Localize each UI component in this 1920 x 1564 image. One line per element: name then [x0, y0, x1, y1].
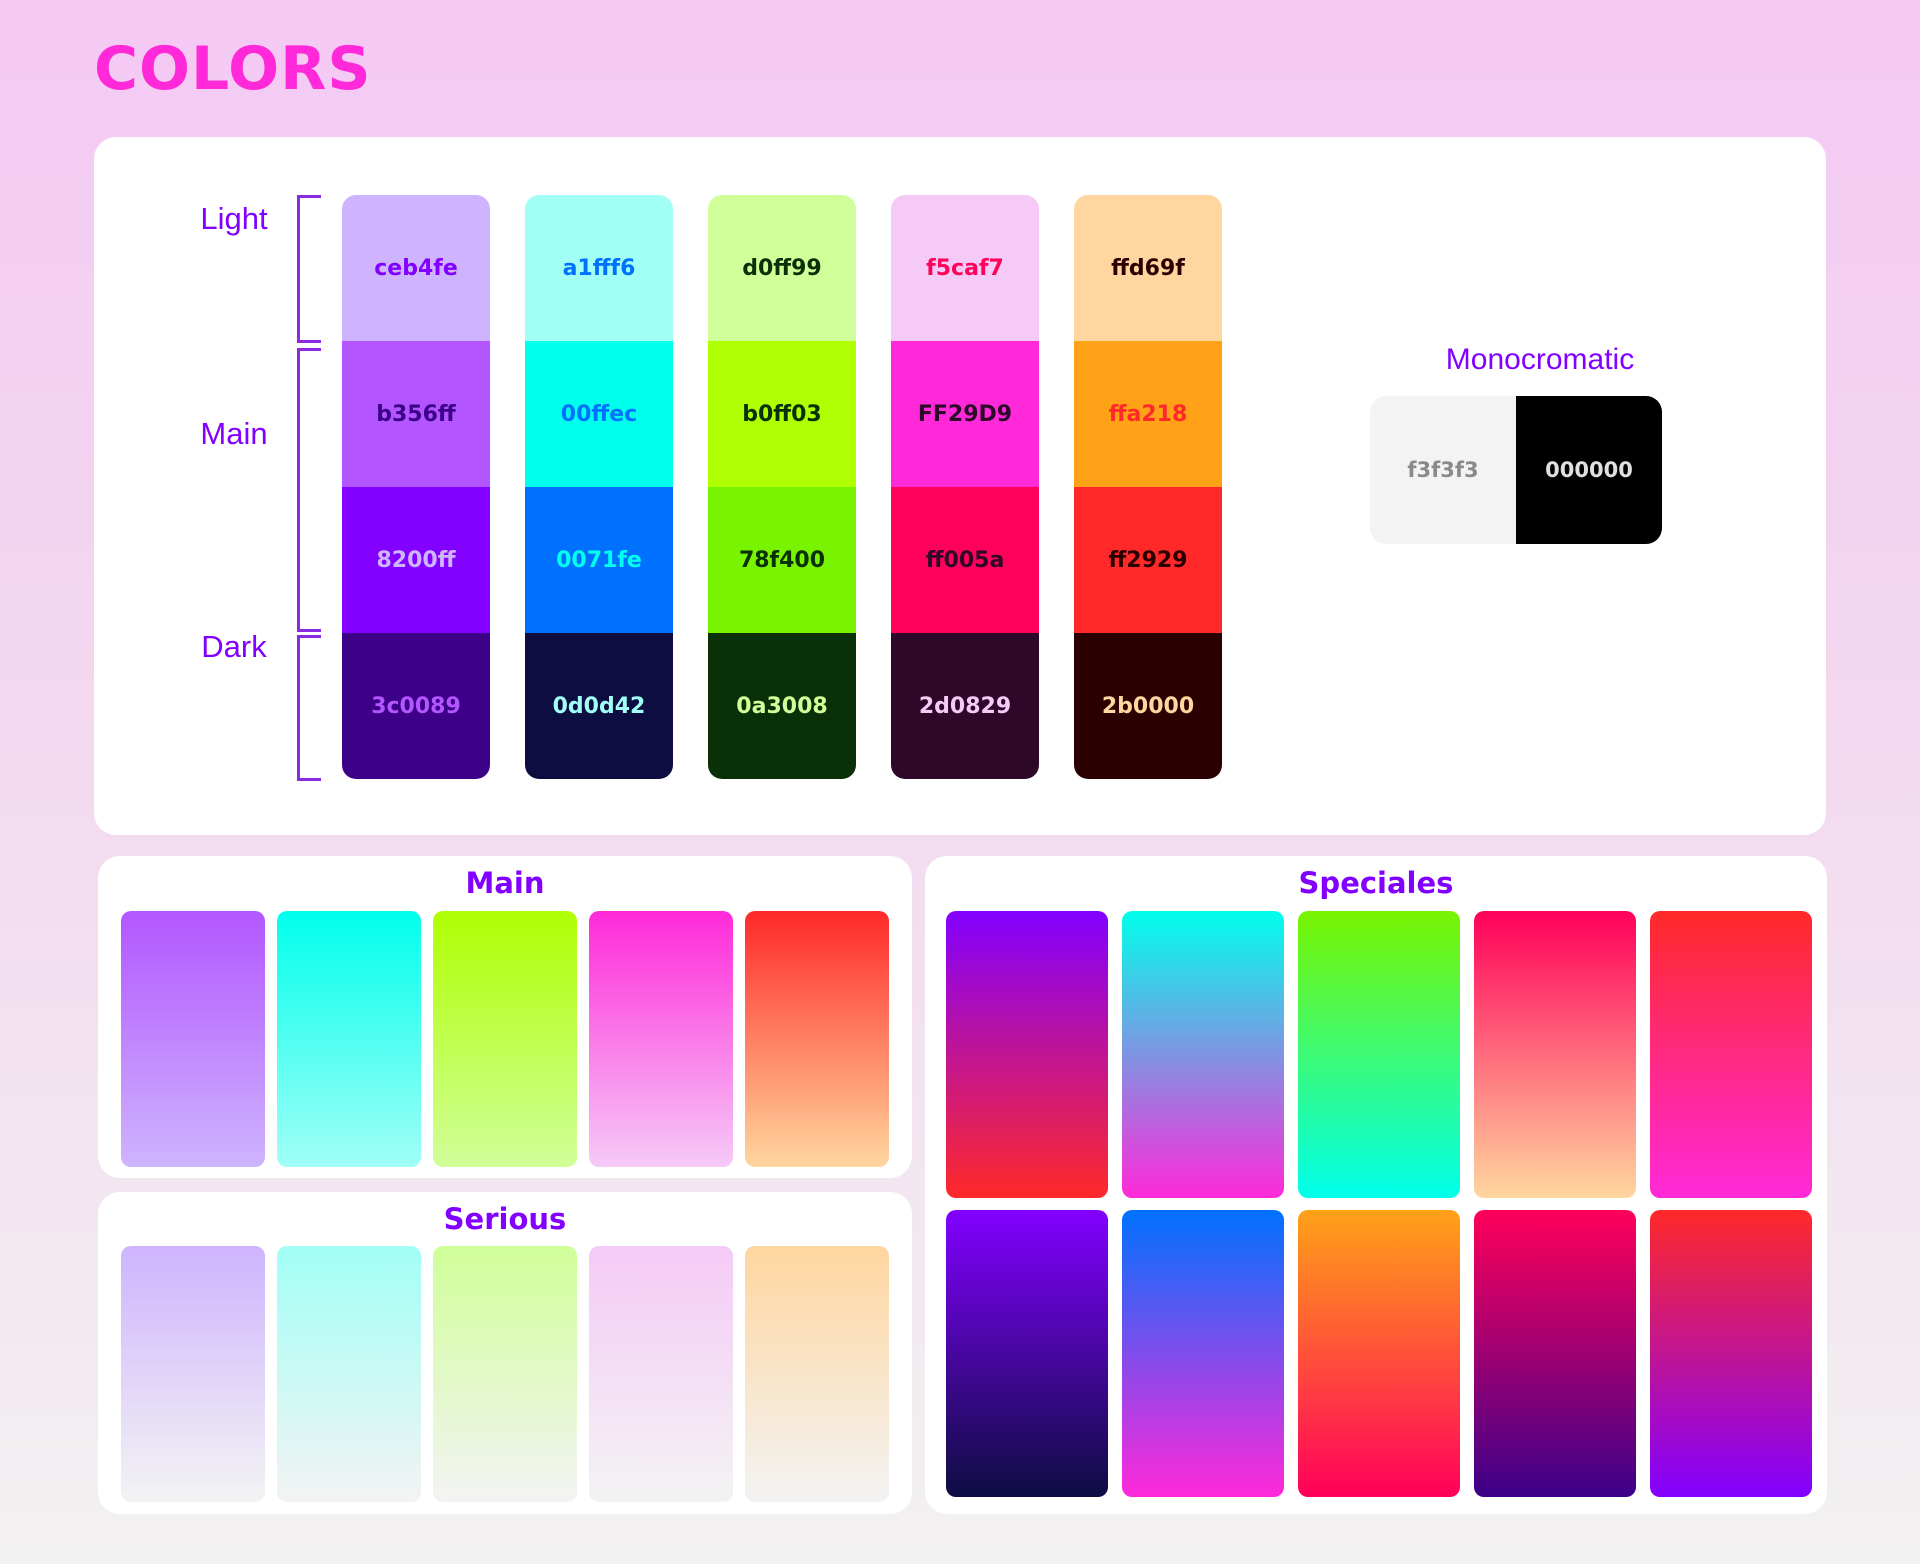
- main-gradients-card: Main: [98, 856, 912, 1178]
- palette-column: a1fff6 00ffec 0071fe 0d0d42: [525, 195, 673, 779]
- color-swatch-dark: 0a3008: [708, 633, 856, 779]
- mono-swatch-light: f3f3f3: [1370, 396, 1516, 544]
- palette-column: ffd69f ffa218 ff2929 2b0000: [1074, 195, 1222, 779]
- gradient-swatch: [433, 911, 577, 1167]
- color-swatch-light: ceb4fe: [342, 195, 490, 341]
- color-swatch-light: d0ff99: [708, 195, 856, 341]
- color-swatch-mid: 8200ff: [342, 487, 490, 633]
- gradient-swatch: [277, 1246, 421, 1502]
- color-swatch-main: b356ff: [342, 341, 490, 487]
- color-swatch-light: f5caf7: [891, 195, 1039, 341]
- gradient-swatch: [745, 911, 889, 1167]
- gradient-swatch: [121, 1246, 265, 1502]
- special-gradient-swatch: [1650, 1210, 1812, 1497]
- palette-card: Light Main Dark ceb4fe b356ff 8200ff 3c0089…: [94, 137, 1826, 835]
- color-swatch-light: ffd69f: [1074, 195, 1222, 341]
- color-swatch-main: ffa218: [1074, 341, 1222, 487]
- color-swatch-light: a1fff6: [525, 195, 673, 341]
- gradient-swatch: [433, 1246, 577, 1502]
- monochromatic-swatches: f3f3f3 000000: [1370, 396, 1662, 544]
- monochromatic-title: Monocromatic: [1445, 343, 1635, 376]
- mono-swatch-dark: 000000: [1516, 396, 1662, 544]
- gradient-swatch: [589, 1246, 733, 1502]
- special-gradient-swatch: [1298, 911, 1460, 1198]
- gradient-swatch: [277, 911, 421, 1167]
- special-gradient-swatch: [1650, 911, 1812, 1198]
- page-title: COLORS: [94, 34, 372, 104]
- color-swatch-mid: 0071fe: [525, 487, 673, 633]
- gradient-swatch: [589, 911, 733, 1167]
- color-swatch-mid: 78f400: [708, 487, 856, 633]
- special-gradients-card: Speciales: [925, 856, 1827, 1514]
- serious-gradients-title: Serious: [443, 1202, 567, 1236]
- color-swatch-mid: ff005a: [891, 487, 1039, 633]
- special-gradient-swatch: [946, 1210, 1108, 1497]
- row-label-light: Light: [200, 201, 268, 236]
- color-swatch-main: FF29D9: [891, 341, 1039, 487]
- special-gradient-swatch: [1298, 1210, 1460, 1497]
- color-swatch-dark: 3c0089: [342, 633, 490, 779]
- serious-gradients-card: Serious: [98, 1192, 912, 1514]
- special-gradient-swatch: [1122, 1210, 1284, 1497]
- bracket-main: [297, 348, 321, 632]
- bracket-light: [297, 195, 321, 343]
- color-swatch-main: 00ffec: [525, 341, 673, 487]
- row-label-dark: Dark: [201, 629, 267, 664]
- color-swatch-main: b0ff03: [708, 341, 856, 487]
- gradient-swatch: [745, 1246, 889, 1502]
- special-gradient-swatch: [946, 911, 1108, 1198]
- row-label-main: Main: [200, 416, 268, 451]
- palette-column: f5caf7 FF29D9 ff005a 2d0829: [891, 195, 1039, 779]
- color-swatch-dark: 2b0000: [1074, 633, 1222, 779]
- bracket-dark: [297, 635, 321, 781]
- special-gradient-swatch: [1122, 911, 1284, 1198]
- special-gradients-title: Speciales: [1298, 866, 1454, 900]
- special-gradient-swatch: [1474, 1210, 1636, 1497]
- palette-column: ceb4fe b356ff 8200ff 3c0089: [342, 195, 490, 779]
- main-gradients-title: Main: [465, 866, 545, 900]
- color-swatch-dark: 0d0d42: [525, 633, 673, 779]
- color-swatch-mid: ff2929: [1074, 487, 1222, 633]
- special-gradient-swatch: [1474, 911, 1636, 1198]
- gradient-swatch: [121, 911, 265, 1167]
- palette-column: d0ff99 b0ff03 78f400 0a3008: [708, 195, 856, 779]
- color-swatch-dark: 2d0829: [891, 633, 1039, 779]
